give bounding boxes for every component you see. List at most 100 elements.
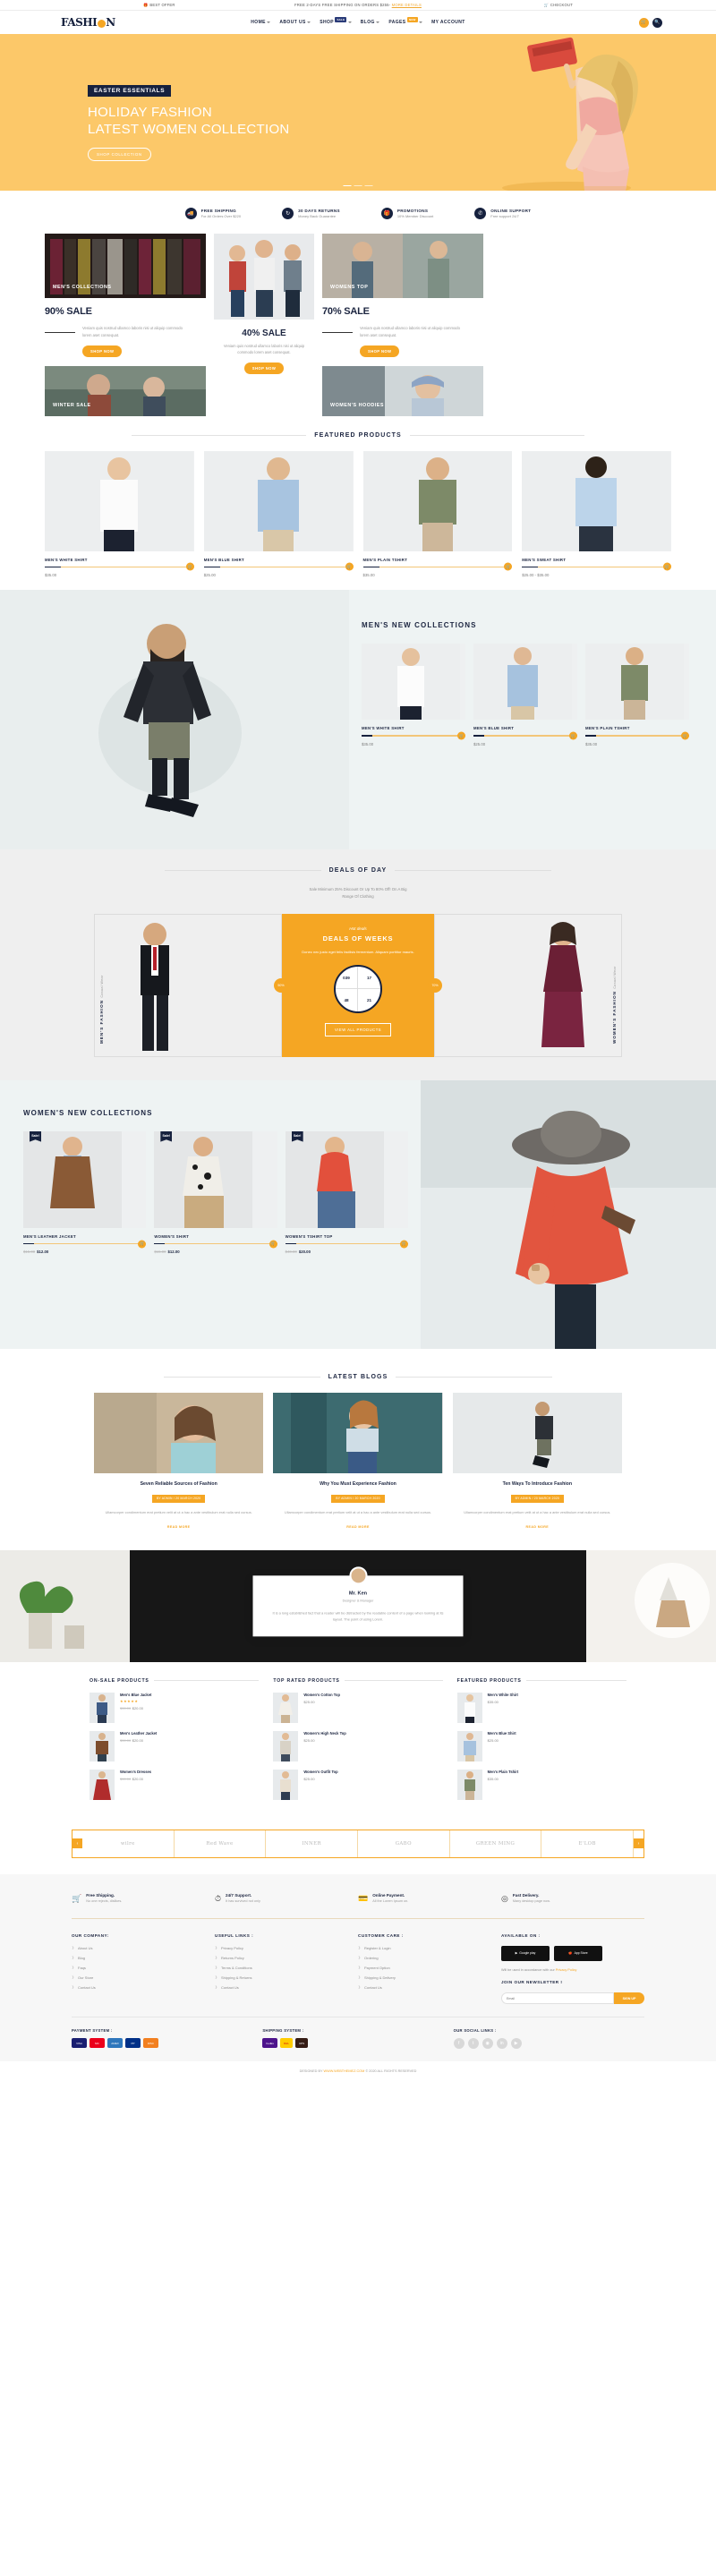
footer-link[interactable]: ❯ Faqs bbox=[72, 1966, 215, 1970]
hero-shop-collection-button[interactable]: SHOP COLLECTION bbox=[88, 148, 151, 162]
shop-now-button[interactable]: SHOP NOW bbox=[243, 362, 285, 374]
footer-link[interactable]: ❯ Blog bbox=[72, 1956, 215, 1960]
add-to-cart-icon[interactable]: 🛒 bbox=[399, 1240, 408, 1249]
list-item[interactable]: Women's Outfit Top $25.00 bbox=[273, 1769, 442, 1800]
footer-link[interactable]: ❯ Contact Us bbox=[215, 1985, 358, 1990]
add-to-cart-icon[interactable]: 🛒 bbox=[663, 562, 671, 571]
blog-card[interactable]: Seven Reliable Sources of Fashion BY ADM… bbox=[94, 1392, 264, 1532]
footer-link[interactable]: ❯ Register & Login bbox=[358, 1946, 501, 1950]
carousel-dot-1[interactable] bbox=[343, 184, 352, 186]
list-item[interactable]: Men's Plain Tshirt $35.00 bbox=[456, 1769, 626, 1800]
list-item[interactable]: Women's Cotton Top $25.00 bbox=[273, 1692, 442, 1723]
read-more-link[interactable]: READ MORE bbox=[167, 1525, 191, 1529]
checkout-label[interactable]: CHECKOUT bbox=[550, 3, 573, 7]
add-to-cart-icon[interactable]: 🛒 bbox=[504, 562, 513, 571]
chevron-right-icon: ❯ bbox=[72, 1966, 75, 1970]
nav-item-about-us[interactable]: ABOUT US bbox=[279, 20, 311, 25]
product-card[interactable]: Sale! MEN'S LEATHER JACKET 🛒 $15.00 $12.0… bbox=[23, 1130, 147, 1255]
product-card[interactable]: MEN'S BLUE SHIRT 🛒 $25.00 bbox=[473, 644, 577, 746]
newsletter-signup-button[interactable]: SIGN UP bbox=[614, 1992, 644, 2005]
womens-hoodies-tile[interactable]: WOMEN'S HOODIES bbox=[322, 365, 483, 416]
twitter-icon[interactable]: t bbox=[467, 2038, 479, 2050]
cart-icon[interactable]: 🛒 bbox=[639, 17, 649, 28]
brand-next-arrow[interactable]: › bbox=[634, 1838, 644, 1849]
product-card[interactable]: MEN'S WHITE SHIRT 🛒 $35.00 bbox=[45, 450, 194, 577]
footer-link[interactable]: ❯ Privacy Policy bbox=[215, 1946, 358, 1950]
list-item[interactable]: Women's High Neck Top $25.00 bbox=[273, 1730, 442, 1761]
product-card[interactable]: MEN'S PLAIN TSHIRT 🛒 $35.00 bbox=[362, 450, 513, 577]
product-card[interactable]: Sale! WOMEN'S SHIRT 🛒 $15.00 $12.00 bbox=[154, 1130, 277, 1254]
top-bar-right[interactable]: 🛒 CHECKOUT bbox=[480, 3, 716, 8]
footer-link[interactable]: ❯ About Us bbox=[72, 1946, 215, 1950]
hero-carousel-dots[interactable] bbox=[343, 184, 373, 186]
privacy-policy-link[interactable]: Privacy Policy bbox=[556, 1968, 577, 1972]
product-card[interactable]: MEN'S PLAIN TSHIRT 🛒 $35.00 bbox=[585, 644, 689, 746]
brand-logo[interactable]: INNER bbox=[266, 1830, 358, 1857]
read-more-link[interactable]: READ MORE bbox=[346, 1525, 370, 1529]
view-all-products-button[interactable]: VIEW ALL PRODUCTS bbox=[324, 1023, 392, 1037]
add-to-cart-icon[interactable]: 🛒 bbox=[681, 731, 689, 740]
add-to-cart-icon[interactable]: 🛒 bbox=[185, 562, 194, 571]
list-item[interactable]: Men's Blue Shirt $25.00 bbox=[456, 1730, 626, 1761]
read-more-link[interactable]: READ MORE bbox=[526, 1525, 550, 1529]
brand-logo[interactable]: wilre bbox=[82, 1830, 175, 1857]
youtube-icon[interactable]: ▶ bbox=[510, 2038, 522, 2050]
footer-link[interactable]: ❯ Shipping & Returns bbox=[215, 1975, 358, 1980]
shop-now-button[interactable]: SHOP NOW bbox=[360, 345, 400, 357]
more-details-link[interactable]: MORE DETAILS bbox=[392, 3, 422, 7]
blog-card[interactable]: Ten Ways To Introduce Fashion BY ADMIN /… bbox=[452, 1392, 622, 1532]
deals-men-panel[interactable]: MEN'S FASHION Casual Wear 50% bbox=[94, 913, 288, 1057]
add-to-cart-icon[interactable]: 🛒 bbox=[268, 1240, 277, 1249]
instagram-icon[interactable]: ◉ bbox=[482, 2038, 493, 2050]
list-item[interactable]: Men's Blue Jacket ★★★★★ $30.00 $20.00 bbox=[90, 1692, 259, 1723]
nav-item-blog[interactable]: BLOG bbox=[361, 20, 380, 25]
nav-item-my-account[interactable]: MY ACCOUNT bbox=[431, 20, 465, 25]
facebook-icon[interactable]: f bbox=[453, 2038, 465, 2050]
linkedin-icon[interactable]: in bbox=[496, 2038, 507, 2050]
designer-link[interactable]: WWW.WEBTHEMEZ.COM bbox=[324, 2069, 365, 2073]
footer-link[interactable]: ❯ Returns Policy bbox=[215, 1956, 358, 1960]
brand-prev-arrow[interactable]: ‹ bbox=[72, 1838, 82, 1849]
list-item[interactable]: Men's Leather Jacket $30.00 $20.00 bbox=[90, 1730, 259, 1761]
product-old-price: $15.00 bbox=[23, 1250, 36, 1255]
site-logo[interactable]: FASHI N bbox=[45, 16, 161, 29]
search-icon[interactable]: 🔍 bbox=[652, 17, 662, 28]
brand-logo[interactable]: GREEN MING bbox=[450, 1830, 542, 1857]
google-play-badge[interactable]: ▶ Google play bbox=[501, 1945, 550, 1961]
footer-link[interactable]: ❯ Payment Option bbox=[358, 1966, 501, 1970]
carousel-dot-3[interactable] bbox=[364, 184, 373, 186]
product-card[interactable]: MEN'S SWEAT SHIRT 🛒 $25.00 - $35.00 bbox=[522, 450, 671, 577]
winter-sale-tile[interactable]: WINTER SALE bbox=[45, 365, 206, 416]
footer-link[interactable]: ❯ Contact Us bbox=[72, 1985, 215, 1990]
mens-collections-tile[interactable]: MEN'S COLLECTIONS bbox=[45, 234, 206, 298]
shop-now-button[interactable]: SHOP NOW bbox=[82, 345, 123, 357]
womens-top-tile[interactable]: WOMENS TOP bbox=[322, 234, 483, 298]
newsletter-email-input[interactable] bbox=[501, 1992, 614, 2005]
footer-link[interactable]: ❯ Ordering bbox=[358, 1956, 501, 1960]
deals-women-panel[interactable]: 70% WOMEN'S FASHION Casual Wear bbox=[428, 913, 622, 1057]
nav-item-shop[interactable]: SHOP SALE bbox=[320, 17, 352, 25]
add-to-cart-icon[interactable]: 🛒 bbox=[569, 731, 577, 740]
deals-men-label: MEN'S FASHION Casual Wear bbox=[95, 915, 108, 1056]
product-card[interactable]: Sale! WOMEN'S TSHIRT TOP 🛒 $40.00 $20.00 bbox=[285, 1130, 408, 1254]
brand-logo[interactable]: GABO bbox=[358, 1830, 450, 1857]
footer-link[interactable]: ❯ Terms & Conditions bbox=[215, 1966, 358, 1970]
footer-link[interactable]: ❯ Shipping & Delivery bbox=[358, 1975, 501, 1980]
best-offer-label: BEST OFFER bbox=[149, 3, 175, 7]
add-to-cart-icon[interactable]: 🛒 bbox=[457, 731, 465, 740]
nav-item-home[interactable]: HOME bbox=[251, 20, 271, 25]
list-item[interactable]: Women's Dresses $30.00 $20.00 bbox=[90, 1769, 259, 1800]
footer-link[interactable]: ❯ Our Store bbox=[72, 1975, 215, 1980]
nav-item-pages[interactable]: PAGES NEW bbox=[388, 17, 423, 25]
add-to-cart-icon[interactable]: 🛒 bbox=[345, 562, 354, 571]
footer-link[interactable]: ❯ Contact Us bbox=[358, 1985, 501, 1990]
blog-card[interactable]: Why You Must Experience Fashion BY ADMIN… bbox=[273, 1392, 443, 1532]
list-item[interactable]: Men's White Shirt $35.00 bbox=[456, 1692, 626, 1723]
product-card[interactable]: MEN'S WHITE SHIRT 🛒 $35.00 bbox=[362, 644, 465, 746]
product-card[interactable]: MEN'S BLUE SHIRT 🛒 $25.00 bbox=[203, 450, 354, 577]
brand-logo[interactable]: Red Wave bbox=[175, 1830, 267, 1857]
carousel-dot-2[interactable] bbox=[354, 184, 362, 186]
app-store-badge[interactable]: 🍎 App Store bbox=[554, 1945, 602, 1961]
add-to-cart-icon[interactable]: 🛒 bbox=[138, 1240, 147, 1249]
brand-logo[interactable]: E'LOB bbox=[541, 1830, 635, 1857]
